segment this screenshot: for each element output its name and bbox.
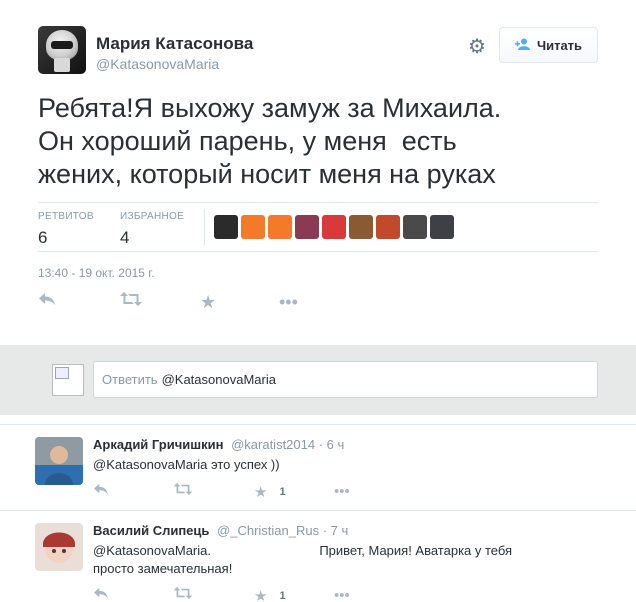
tweet-timestamp[interactable]: 13:40 - 19 окт. 2015 г. <box>38 266 155 280</box>
gear-icon[interactable]: ⚙ <box>466 36 488 58</box>
chin-shape <box>54 58 70 72</box>
follow-button[interactable]: Читать <box>499 27 598 63</box>
star-icon[interactable]: ★ 1 <box>254 587 286 602</box>
favoriter-avatar[interactable] <box>268 215 292 239</box>
more-icon[interactable]: ••• <box>334 483 350 500</box>
reply-time[interactable]: · 7 ч <box>323 523 349 538</box>
reply-text: @KatasonovaMaria это успех )) <box>93 457 280 472</box>
reply-author-name[interactable]: Аркадий Гричишкин <box>93 437 223 452</box>
more-icon[interactable]: ••• <box>279 292 298 313</box>
reply-author-name[interactable]: Василий Слипець <box>93 523 209 538</box>
tweet-header: Мария Катасонова @KatasonovaMaria ⚙ Чита… <box>38 26 598 76</box>
current-user-avatar <box>52 364 84 396</box>
follow-label: Читать <box>536 37 583 53</box>
retweet-icon[interactable] <box>173 483 193 495</box>
retweets-label: РЕТВИТОВ <box>38 211 94 222</box>
reply-header: Аркадий Гричишкин @karatist2014 · 6 ч <box>93 437 344 452</box>
reply-avatar[interactable] <box>35 437 83 485</box>
favoriter-avatar[interactable] <box>214 215 238 239</box>
reply-time[interactable]: · 6 ч <box>319 437 345 452</box>
retweet-icon[interactable] <box>173 587 193 599</box>
tweet-page: Мария Катасонова @KatasonovaMaria ⚙ Чита… <box>0 0 636 602</box>
reply-author-handle[interactable]: @_Christian_Rus <box>217 523 319 538</box>
star-icon[interactable]: ★ <box>200 292 216 313</box>
author-name[interactable]: Мария Катасонова <box>96 34 253 54</box>
favoriters-avatars <box>214 215 454 239</box>
reply-text: @KatasonovaMaria. Привет, Мария! Аватарк… <box>93 543 513 576</box>
favoriter-avatar[interactable] <box>376 215 400 239</box>
author-handle[interactable]: @KatasonovaMaria <box>96 56 219 72</box>
reply-mention: @KatasonovaMaria <box>161 372 276 387</box>
reply-header: Василий Слипець @_Christian_Rus · 7 ч <box>93 523 348 538</box>
reply-avatar[interactable] <box>35 523 83 571</box>
star-icon[interactable]: ★ 1 <box>254 483 286 501</box>
favoriter-avatar[interactable] <box>403 215 427 239</box>
favorites-stat[interactable]: ИЗБРАННОЕ 4 <box>120 211 184 248</box>
favoriter-avatar[interactable] <box>322 215 346 239</box>
more-icon[interactable]: ••• <box>334 587 350 602</box>
reply-compose-area: Ответить @KatasonovaMaria <box>0 345 636 415</box>
retweets-count: 6 <box>38 228 48 247</box>
tweet-text: Ребята!Я выхожу замуж за Михаила. Он хор… <box>38 93 502 189</box>
visor-shape <box>51 41 73 49</box>
tweet-stats: РЕТВИТОВ 6 ИЗБРАННОЕ 4 <box>38 202 598 252</box>
favoriter-avatar[interactable] <box>430 215 454 239</box>
reply-input[interactable]: Ответить @KatasonovaMaria <box>93 361 598 398</box>
favoriter-avatar[interactable] <box>349 215 373 239</box>
reply-tweet[interactable]: Василий Слипець @_Christian_Rus · 7 ч @K… <box>0 510 636 602</box>
add-user-icon <box>514 38 531 53</box>
reply-icon[interactable] <box>93 483 109 495</box>
reply-placeholder: Ответить <box>102 372 158 387</box>
reply-icon[interactable] <box>93 587 109 599</box>
reply-favorites-count: 1 <box>279 590 286 602</box>
author-avatar[interactable] <box>38 26 86 74</box>
favorites-label: ИЗБРАННОЕ <box>120 211 185 222</box>
reply-tweet[interactable]: Аркадий Гричишкин @karatist2014 · 6 ч @K… <box>0 424 636 510</box>
reply-favorites-count: 1 <box>279 486 286 498</box>
favoriter-avatar[interactable] <box>241 215 265 239</box>
retweets-stat[interactable]: РЕТВИТОВ 6 <box>38 211 94 248</box>
favorites-count: 4 <box>120 228 130 247</box>
retweet-icon[interactable] <box>120 292 142 306</box>
stats-divider <box>204 209 205 245</box>
reply-author-handle[interactable]: @karatist2014 <box>231 437 315 452</box>
reply-icon[interactable] <box>38 292 56 306</box>
favoriter-avatar[interactable] <box>295 215 319 239</box>
